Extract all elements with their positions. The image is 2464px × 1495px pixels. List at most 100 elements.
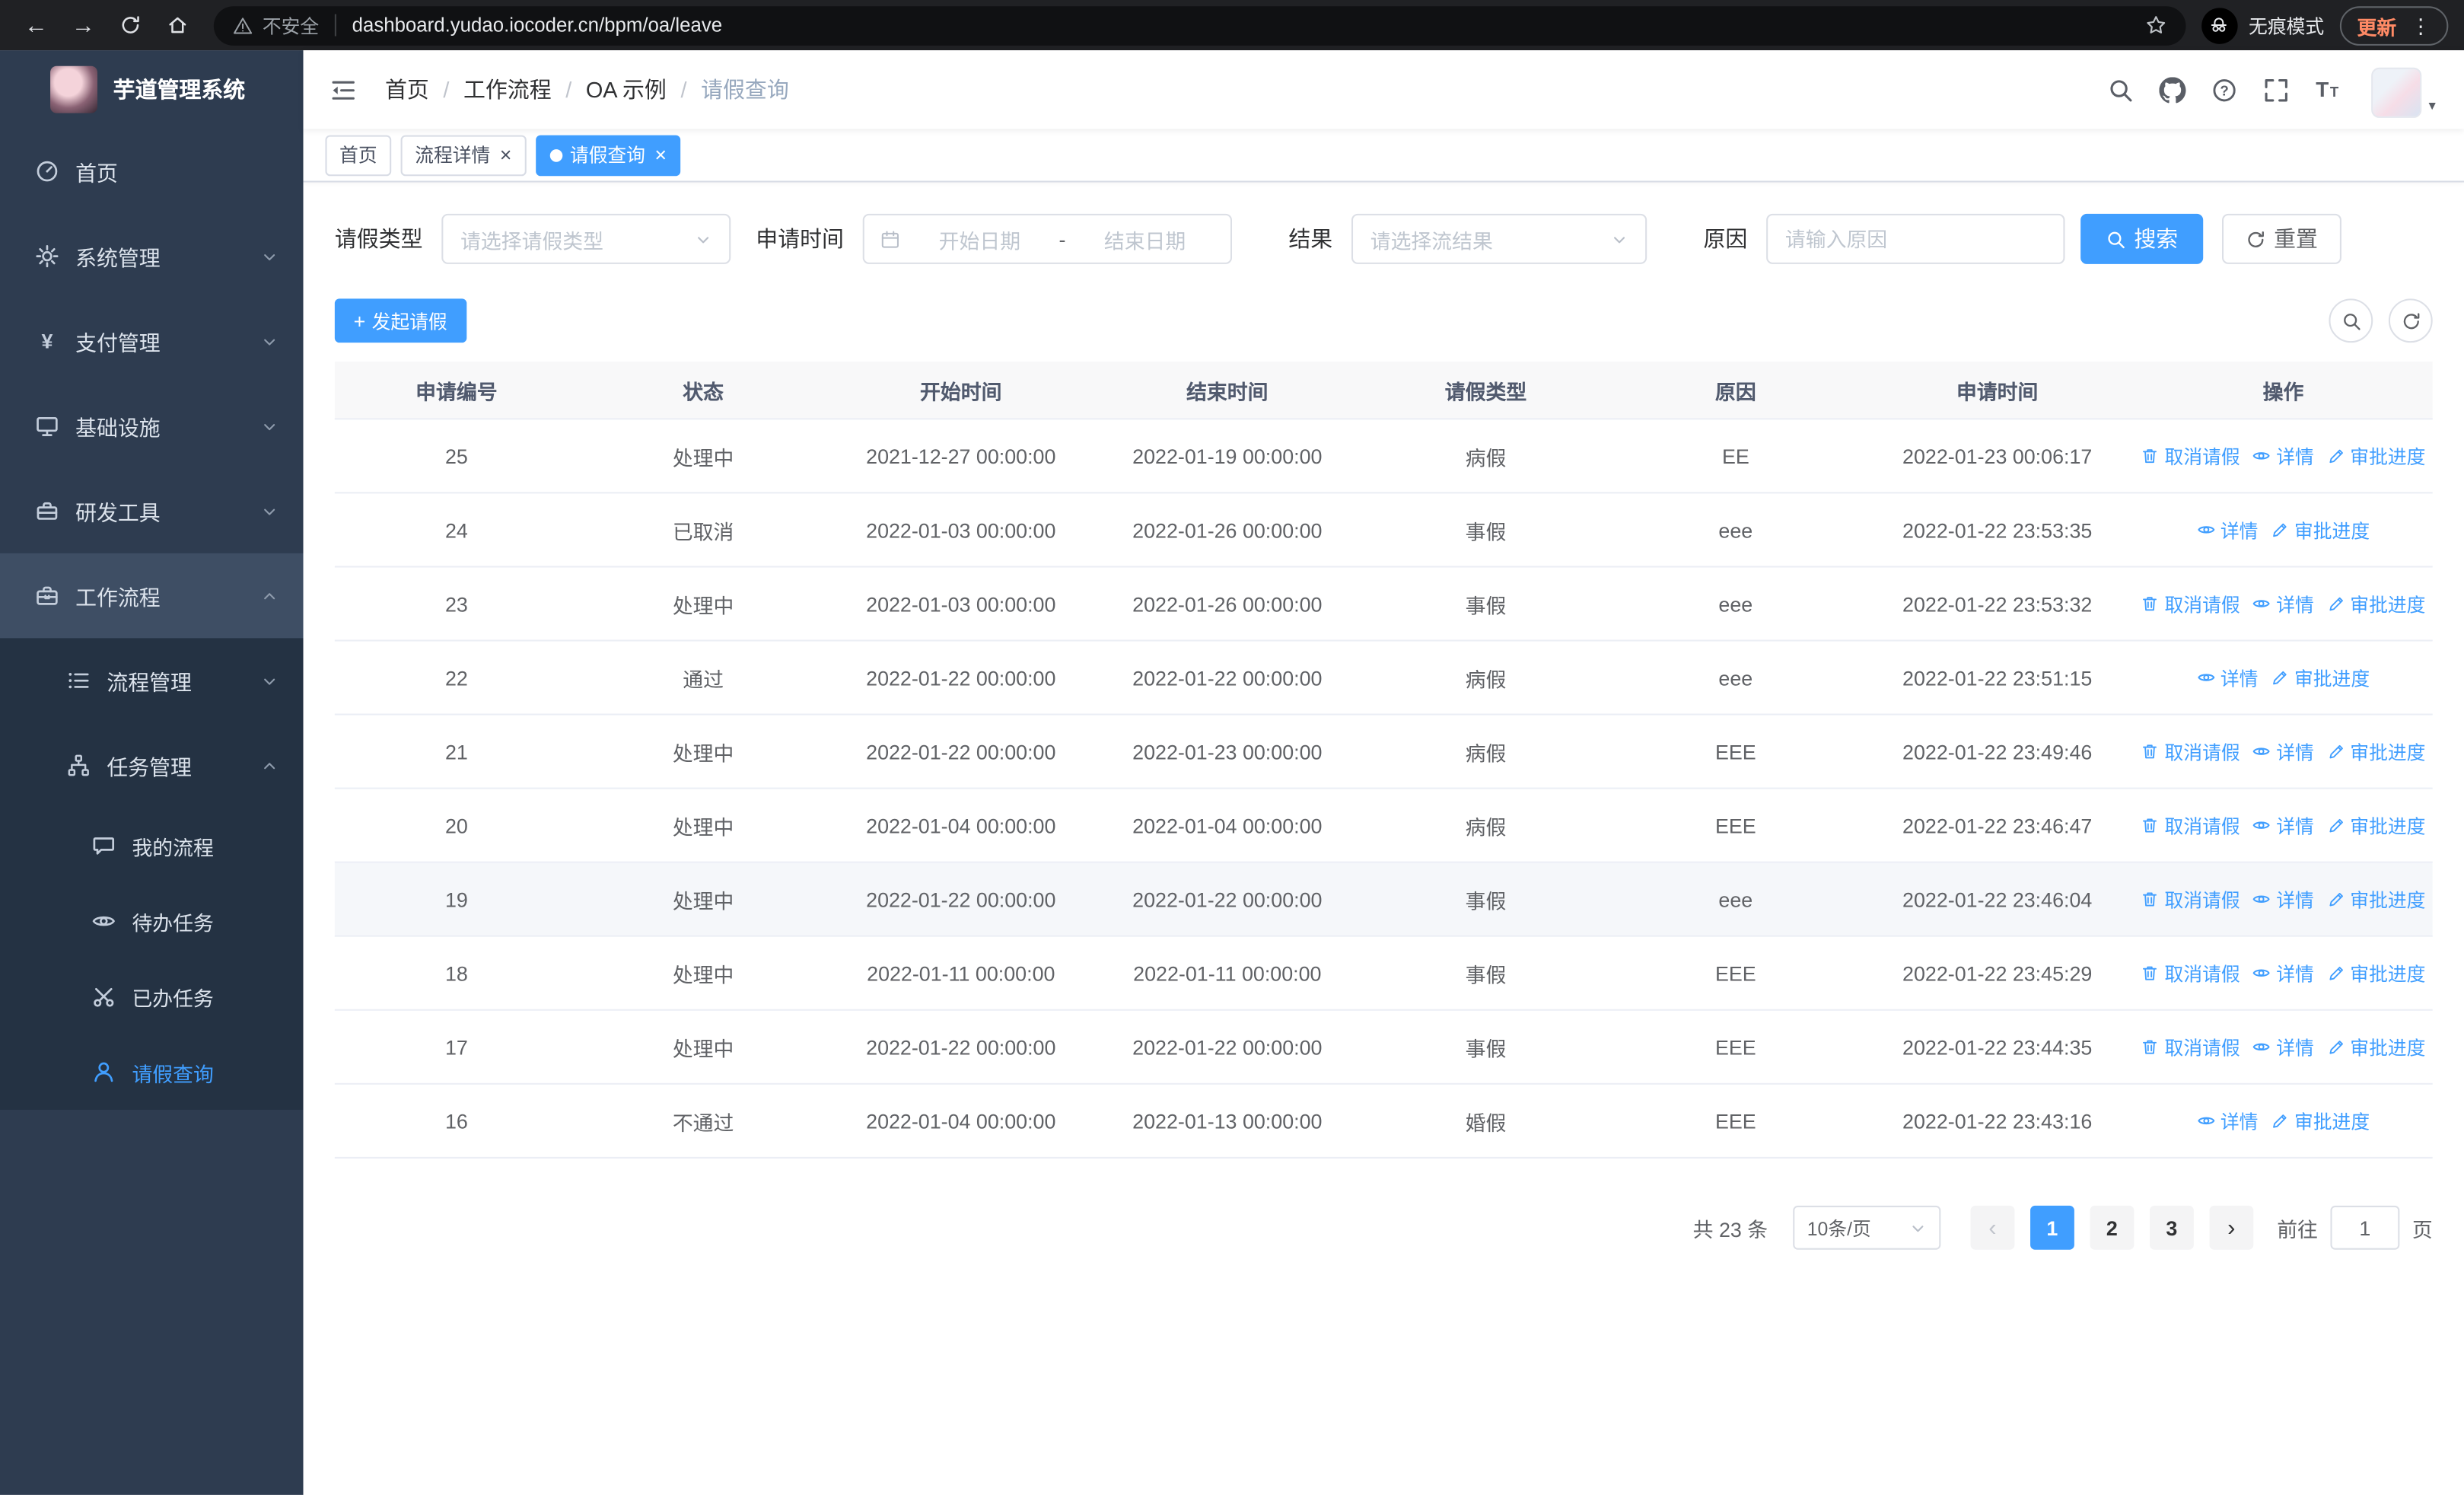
breadcrumb-workflow[interactable]: 工作流程 — [463, 74, 552, 105]
cell-leave-type: 事假 — [1465, 519, 1507, 543]
calendar-icon — [880, 228, 900, 249]
page-size-select[interactable]: 10条/页 — [1793, 1205, 1941, 1250]
sidebar: 芋道管理系统 首页 系统管理 支付管理 基础设施 研发工具 工作流程 流程管理 … — [0, 50, 304, 1495]
col-header-operations: 操作 — [2262, 379, 2304, 403]
approval-progress-link[interactable]: 审批进度 — [2271, 664, 2370, 690]
prev-page-button[interactable]: ‹ — [1970, 1205, 2015, 1250]
browser-back-button[interactable]: ← — [16, 5, 57, 46]
sidebar-item-done-tasks[interactable]: 已办任务 — [0, 959, 304, 1034]
leave-type-select[interactable]: 请选择请假类型 — [441, 213, 731, 264]
sidebar-item-leave-query[interactable]: 请假查询 — [0, 1034, 304, 1110]
github-button[interactable] — [2152, 69, 2193, 110]
browser-update-chip[interactable]: 更新 ⋮ — [2339, 5, 2449, 45]
toggle-search-button[interactable] — [2329, 298, 2373, 343]
detail-link[interactable]: 详情 — [2252, 1034, 2314, 1060]
browser-home-button[interactable] — [158, 5, 199, 46]
refresh-table-button[interactable] — [2388, 298, 2433, 343]
detail-link[interactable]: 详情 — [2197, 664, 2258, 690]
range-separator: - — [1059, 227, 1066, 251]
approval-progress-link[interactable]: 审批进度 — [2271, 516, 2370, 543]
update-label[interactable]: 更新 — [2357, 10, 2397, 40]
chevron-down-icon — [695, 231, 712, 248]
cancel-leave-link[interactable]: 取消请假 — [2141, 442, 2240, 469]
table-header-row: 申请编号 状态 开始时间 结束时间 请假类型 原因 申请时间 操作 — [334, 361, 2433, 420]
bookmark-star-icon[interactable] — [2145, 14, 2167, 37]
approval-progress-link[interactable]: 审批进度 — [2326, 886, 2425, 913]
close-icon[interactable]: × — [500, 145, 512, 165]
detail-link[interactable]: 详情 — [2252, 442, 2314, 469]
detail-link[interactable]: 详情 — [2252, 738, 2314, 765]
approval-progress-link[interactable]: 审批进度 — [2326, 812, 2425, 839]
address-bar[interactable]: 不安全 dashboard.yudao.iocoder.cn/bpm/oa/le… — [213, 5, 2186, 45]
detail-link[interactable]: 详情 — [2197, 1108, 2258, 1134]
sidebar-item-dev-tools[interactable]: 研发工具 — [0, 468, 304, 553]
sidebar-item-payment[interactable]: 支付管理 — [0, 298, 304, 384]
cancel-leave-link[interactable]: 取消请假 — [2141, 1034, 2240, 1060]
sidebar-item-system[interactable]: 系统管理 — [0, 214, 304, 299]
cell-leave-type: 病假 — [1465, 741, 1507, 765]
cancel-leave-link[interactable]: 取消请假 — [2141, 738, 2240, 765]
approval-progress-link[interactable]: 审批进度 — [2326, 442, 2425, 469]
reset-button[interactable]: 重置 — [2221, 213, 2341, 264]
sidebar-item-todo-tasks[interactable]: 待办任务 — [0, 884, 304, 959]
cell-reason: eee — [1718, 518, 1753, 542]
cancel-leave-link[interactable]: 取消请假 — [2141, 812, 2240, 839]
cancel-leave-link[interactable]: 取消请假 — [2141, 960, 2240, 987]
tab-process-detail[interactable]: 流程详情 × — [400, 134, 527, 176]
detail-link[interactable]: 详情 — [2252, 960, 2314, 987]
approval-progress-link[interactable]: 审批进度 — [2326, 738, 2425, 765]
sidebar-item-workflow[interactable]: 工作流程 — [0, 553, 304, 639]
tab-home[interactable]: 首页 — [325, 134, 392, 176]
breadcrumb-home[interactable]: 首页 — [385, 74, 429, 105]
search-button[interactable]: 搜索 — [2080, 213, 2204, 264]
sidebar-item-task-management[interactable]: 任务管理 — [0, 723, 304, 808]
cell-status: 处理中 — [672, 814, 734, 839]
approval-progress-link[interactable]: 审批进度 — [2326, 1034, 2425, 1060]
user-menu[interactable]: ▾ — [2372, 62, 2436, 118]
detail-link[interactable]: 详情 — [2197, 516, 2258, 543]
detail-link[interactable]: 详情 — [2252, 812, 2314, 839]
create-leave-button[interactable]: + 发起请假 — [334, 298, 466, 343]
detail-link[interactable]: 详情 — [2252, 886, 2314, 913]
sidebar-item-process-management[interactable]: 流程管理 — [0, 638, 304, 723]
close-icon[interactable]: × — [654, 145, 667, 165]
detail-link[interactable]: 详情 — [2252, 590, 2314, 617]
browser-menu-icon[interactable]: ⋮ — [2411, 15, 2431, 36]
active-tab-dot — [549, 148, 562, 161]
screen: ← → 不安全 dashboard.yudao.iocoder.cn/bpm/o… — [0, 0, 2464, 1495]
goto-page-input[interactable] — [2330, 1205, 2400, 1250]
cancel-leave-link[interactable]: 取消请假 — [2141, 886, 2240, 913]
help-button[interactable] — [2204, 69, 2245, 110]
font-size-button[interactable] — [2307, 69, 2348, 110]
reason-input[interactable] — [1768, 215, 2064, 263]
page-button-2[interactable]: 2 — [2090, 1205, 2135, 1250]
apply-time-range-picker[interactable]: 开始日期 - 结束日期 — [862, 213, 1233, 264]
chevron-up-icon — [261, 757, 279, 774]
cell-leave-type: 病假 — [1465, 814, 1507, 839]
cancel-leave-link[interactable]: 取消请假 — [2141, 590, 2240, 617]
browser-forward-button[interactable]: → — [63, 5, 104, 46]
chevron-up-icon — [261, 587, 279, 604]
next-page-button[interactable]: › — [2209, 1205, 2254, 1250]
approval-progress-link[interactable]: 审批进度 — [2271, 1108, 2370, 1134]
page-button-1[interactable]: 1 — [2029, 1205, 2074, 1250]
sidebar-collapse-button[interactable] — [304, 50, 382, 129]
tab-leave-query[interactable]: 请假查询 × — [535, 134, 681, 176]
sidebar-item-home[interactable]: 首页 — [0, 129, 304, 214]
sidebar-item-infrastructure[interactable]: 基础设施 — [0, 384, 304, 469]
edit-icon — [2326, 816, 2345, 835]
sidebar-item-my-processes[interactable]: 我的流程 — [0, 808, 304, 883]
fullscreen-button[interactable] — [2255, 69, 2297, 110]
approval-progress-link[interactable]: 审批进度 — [2326, 590, 2425, 617]
cell-start-time: 2022-01-22 00:00:00 — [866, 1034, 1056, 1059]
edit-icon — [2326, 964, 2345, 983]
user-avatar[interactable] — [2372, 67, 2423, 118]
breadcrumb-oa-example[interactable]: OA 示例 — [586, 74, 667, 105]
header-search-button[interactable] — [2100, 69, 2141, 110]
result-select[interactable]: 请选择流结果 — [1351, 213, 1647, 264]
approval-progress-link[interactable]: 审批进度 — [2326, 960, 2425, 987]
app-logo[interactable]: 芋道管理系统 — [0, 50, 304, 129]
browser-reload-button[interactable] — [110, 5, 151, 46]
cell-start-time: 2022-01-04 00:00:00 — [866, 1108, 1056, 1133]
page-button-3[interactable]: 3 — [2149, 1205, 2194, 1250]
